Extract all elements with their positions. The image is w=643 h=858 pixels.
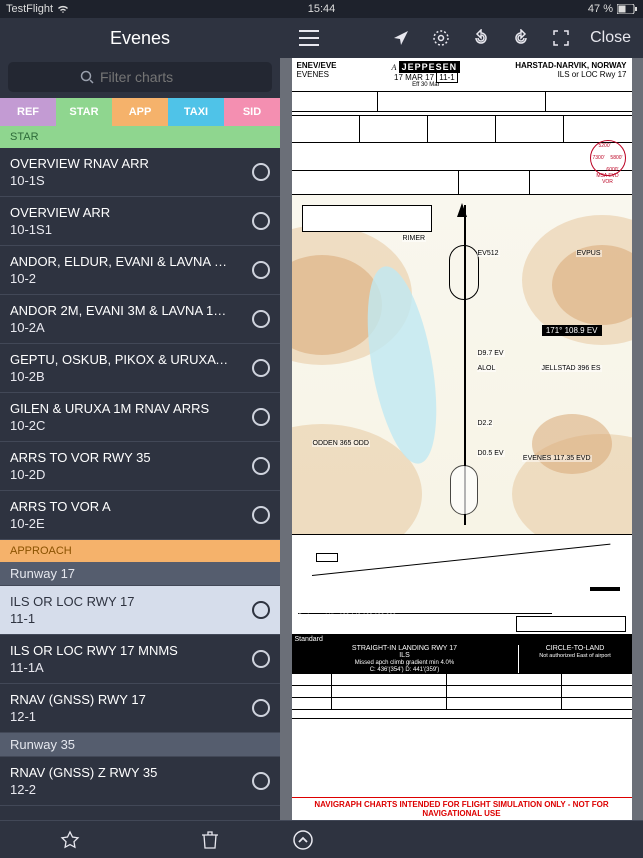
course-box: 171° 108.9 EV xyxy=(542,325,602,336)
section-star: STAR xyxy=(0,126,280,148)
freq-nav-row: LOC IEV108.9 Final Apch Crs171° GSD2.2 E… xyxy=(292,115,632,143)
trash-icon[interactable] xyxy=(199,829,221,851)
list-row[interactable]: OVERVIEW ARR10-1S1 xyxy=(0,197,280,246)
status-time: 15:44 xyxy=(308,3,336,15)
plate-name: EVENES xyxy=(297,70,337,79)
settings-icon[interactable] xyxy=(430,27,452,49)
status-battery: 47 % xyxy=(588,3,613,15)
favorite-icon[interactable] xyxy=(59,829,81,851)
row-title: OVERVIEW RNAV ARR xyxy=(10,156,149,171)
rotate-right-icon[interactable] xyxy=(510,27,532,49)
search-input[interactable] xyxy=(8,62,272,92)
plate-location: HARSTAD-NARVIK, NORWAY xyxy=(515,61,626,70)
radio-icon[interactable] xyxy=(252,650,270,668)
tab-app[interactable]: APP xyxy=(112,98,168,126)
sub-rwy35: Runway 35 xyxy=(0,733,280,757)
category-tabs: REF STAR APP TAXI SID xyxy=(0,98,280,126)
radio-icon[interactable] xyxy=(252,212,270,230)
wifi-icon xyxy=(57,4,69,14)
chart-viewport[interactable]: ENEV/EVE EVENES A JEPPESEN 17 MAR 17 11-… xyxy=(280,58,643,820)
freq-comm-row: *ATIS126.025 *EVENES Tower (APP)120.1 *T… xyxy=(292,91,632,112)
plate-icao: ENEV/EVE xyxy=(297,61,337,70)
list-row[interactable]: RNAV (GNSS) Z RWY 3512-2 xyxy=(0,757,280,806)
status-bar: TestFlight 15:44 47 % xyxy=(0,0,643,18)
briefing-notes: Alt Set: hPa1. ADF, DME and VOR required… xyxy=(292,171,632,195)
missed-approach-box: MISSED APCH: Climb on rwy track to D2.5 … xyxy=(292,143,632,171)
radio-icon[interactable] xyxy=(252,699,270,717)
expand-up-icon[interactable] xyxy=(292,829,314,851)
plan-view: FOR ILS & LOC MINIMUMS BASED ON A MISSED… xyxy=(292,195,632,535)
tab-ref[interactable]: REF xyxy=(0,98,56,126)
list-row[interactable]: GEPTU, OSKUB, PIKOX & URUXA 1L, GI..10-2… xyxy=(0,344,280,393)
list-row[interactable]: ARRS TO VOR RWY 3510-2D xyxy=(0,442,280,491)
list-row[interactable]: ILS OR LOC RWY 1711-1 xyxy=(0,586,280,635)
bottom-bar xyxy=(0,820,643,858)
radio-icon[interactable] xyxy=(252,772,270,790)
list-row[interactable]: ARRS TO VOR A10-2E xyxy=(0,491,280,540)
chart-list[interactable]: STAR OVERVIEW RNAV ARR 10-1S OVERVIEW ARR… xyxy=(0,126,280,820)
status-app: TestFlight xyxy=(6,3,53,15)
sub-rwy17: Runway 17 xyxy=(0,562,280,586)
section-approach: APPROACH xyxy=(0,540,280,562)
tab-star[interactable]: STAR xyxy=(56,98,112,126)
list-row[interactable]: RNAV (GNSS) RWY 1712-1 xyxy=(0,684,280,733)
menu-icon[interactable] xyxy=(298,27,320,49)
fullscreen-icon[interactable] xyxy=(550,27,572,49)
rotate-left-icon[interactable] xyxy=(470,27,492,49)
locate-icon[interactable] xyxy=(390,27,412,49)
list-row[interactable]: ANDOR 2M, EVANI 3M & LAVNA 1M R..10-2A xyxy=(0,295,280,344)
row-code: 10-1S xyxy=(10,173,149,188)
plate-procedure: ILS or LOC Rwy 17 xyxy=(515,70,626,79)
battery-icon xyxy=(617,4,637,14)
minimums-note: FOR ILS & LOC MINIMUMS BASED ON A MISSED… xyxy=(302,205,432,232)
sidebar: REF STAR APP TAXI SID STAR OVERVIEW RNAV… xyxy=(0,58,280,820)
radio-icon[interactable] xyxy=(252,310,270,328)
list-row[interactable]: ILS OR LOC RWY 17 MNMS11-1A xyxy=(0,635,280,684)
msa-circle: 5200' 5800' 6000' 7300' MSA EVD VOR xyxy=(590,140,626,176)
list-row[interactable]: ANDOR, ELDUR, EVANI & LAVNA 2L RN..10-2 xyxy=(0,246,280,295)
approach-plate: ENEV/EVE EVENES A JEPPESEN 17 MAR 17 11-… xyxy=(292,58,632,820)
close-button[interactable]: Close xyxy=(590,29,631,47)
minimums-table: Standard STRAIGHT-IN LANDING RWY 17ILSMi… xyxy=(292,635,632,727)
radio-icon[interactable] xyxy=(252,359,270,377)
tab-taxi[interactable]: TAXI xyxy=(168,98,224,126)
radio-icon[interactable] xyxy=(252,457,270,475)
radio-icon[interactable] xyxy=(252,163,270,181)
profile-view: Start turn at 2 Min 4500' 4100' 171° EV5… xyxy=(292,535,632,635)
disclaimer-banner: NAVIGRAPH CHARTS INTENDED FOR FLIGHT SIM… xyxy=(292,797,632,820)
search-icon xyxy=(80,70,94,84)
page-title: Evenes xyxy=(0,28,280,49)
radio-icon[interactable] xyxy=(252,506,270,524)
list-row[interactable]: GILEN & URUXA 1M RNAV ARRS10-2C xyxy=(0,393,280,442)
tab-sid[interactable]: SID xyxy=(224,98,280,126)
radio-icon[interactable] xyxy=(252,408,270,426)
radio-icon[interactable] xyxy=(252,601,270,619)
radio-icon[interactable] xyxy=(252,261,270,279)
top-bar: Evenes Close xyxy=(0,18,643,58)
list-row[interactable]: OVERVIEW RNAV ARR 10-1S xyxy=(0,148,280,197)
